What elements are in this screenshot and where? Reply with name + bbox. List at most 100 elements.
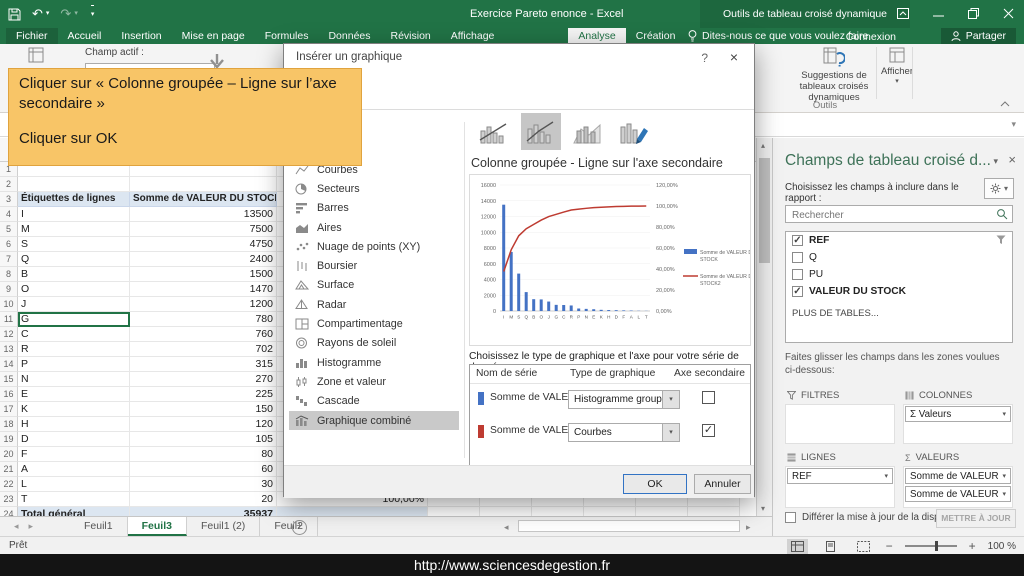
sheet-nav-arrows[interactable]: ◂▸ bbox=[14, 521, 43, 532]
cell-A15[interactable]: N bbox=[18, 372, 130, 387]
cell-B10[interactable]: 1200 bbox=[130, 297, 277, 312]
ribbon-tab-insertion[interactable]: Insertion bbox=[111, 28, 171, 44]
chart-type-radar[interactable]: Radar bbox=[289, 295, 459, 314]
chart-type-boursier[interactable]: Boursier bbox=[289, 256, 459, 275]
total-value-cell[interactable]: 35937 bbox=[130, 507, 277, 516]
cell-B12[interactable]: 760 bbox=[130, 327, 277, 342]
cell-A17[interactable]: K bbox=[18, 402, 130, 417]
area-field-somme-de-valeur[interactable]: Somme de VALEUR ...▾ bbox=[905, 486, 1011, 502]
cell-B6[interactable]: 4750 bbox=[130, 237, 277, 252]
chevron-down-icon[interactable]: ▾ bbox=[1002, 490, 1006, 498]
hscroll-right-icon[interactable]: ▸ bbox=[746, 522, 751, 533]
cell-A18[interactable]: H bbox=[18, 417, 130, 432]
pane-options-icon[interactable]: ▾ bbox=[993, 156, 998, 167]
row-number[interactable]: 3 bbox=[0, 192, 18, 207]
new-sheet-button[interactable]: + bbox=[292, 520, 307, 535]
field-item-pu[interactable]: PU bbox=[786, 266, 1012, 283]
vertical-scrollbar[interactable]: ▴ ▾ bbox=[756, 138, 772, 516]
hscroll-left-icon[interactable]: ◂ bbox=[504, 522, 509, 533]
series1-secondary-checkbox[interactable] bbox=[702, 391, 715, 404]
horizontal-scrollbar[interactable] bbox=[518, 520, 740, 532]
cell-A9[interactable]: O bbox=[18, 282, 130, 297]
customize-qat-icon[interactable]: ▾ bbox=[91, 5, 95, 24]
chart-type-histogramme[interactable]: Histogramme bbox=[289, 353, 459, 372]
normal-view-icon[interactable] bbox=[787, 539, 808, 554]
zoom-out-icon[interactable]: − bbox=[886, 539, 893, 553]
ribbon-tab-donn-es[interactable]: Données bbox=[318, 28, 380, 44]
search-input[interactable] bbox=[790, 207, 989, 223]
field-checkbox-q[interactable] bbox=[792, 252, 803, 263]
cell-B23[interactable]: 20 bbox=[130, 492, 277, 507]
ribbon-tab-r-vision[interactable]: Révision bbox=[381, 28, 441, 44]
row-number[interactable]: 4 bbox=[0, 207, 18, 222]
series1-type-select[interactable]: Histogramme groupé▾ bbox=[568, 390, 680, 409]
row-number[interactable]: 11 bbox=[0, 312, 18, 327]
row-labels-header[interactable]: Étiquettes de lignes bbox=[18, 192, 130, 207]
field-search-box[interactable] bbox=[785, 205, 1013, 223]
page-break-view-icon[interactable] bbox=[853, 539, 874, 554]
columns-area[interactable]: Σ Valeurs▾ bbox=[903, 404, 1013, 444]
cell-A14[interactable]: P bbox=[18, 357, 130, 372]
pivottable-options-icon[interactable] bbox=[28, 47, 44, 63]
chart-type-compartimentage[interactable]: Compartimentage bbox=[289, 314, 459, 333]
cell-B14[interactable]: 315 bbox=[130, 357, 277, 372]
chart-type-aires[interactable]: Aires bbox=[289, 218, 459, 237]
row-number[interactable]: 17 bbox=[0, 402, 18, 417]
zoom-in-icon[interactable]: + bbox=[969, 539, 976, 553]
cell-B13[interactable]: 702 bbox=[130, 342, 277, 357]
tell-me-box[interactable]: Dites-nous ce que vous voulez faire bbox=[688, 30, 868, 42]
chevron-down-icon[interactable]: ▾ bbox=[1002, 410, 1006, 418]
grid-cell[interactable] bbox=[532, 507, 584, 516]
combo-custom-combination-button[interactable] bbox=[615, 113, 655, 150]
scroll-down-icon[interactable]: ▾ bbox=[761, 504, 765, 513]
cell-B5[interactable]: 7500 bbox=[130, 222, 277, 237]
cell-A21[interactable]: A bbox=[18, 462, 130, 477]
cell-B16[interactable]: 225 bbox=[130, 387, 277, 402]
cell-A11[interactable]: G bbox=[18, 312, 130, 327]
ribbon-tab-accueil[interactable]: Accueil bbox=[58, 28, 112, 44]
pane-close-icon[interactable]: × bbox=[1008, 152, 1016, 167]
row-number[interactable]: 7 bbox=[0, 252, 18, 267]
row-number[interactable]: 13 bbox=[0, 342, 18, 357]
row-number[interactable]: 6 bbox=[0, 237, 18, 252]
chart-type-graphique-combin[interactable]: Graphique combiné bbox=[289, 411, 459, 430]
redo-dropdown-icon[interactable]: ▾ bbox=[74, 5, 78, 23]
restore-icon[interactable] bbox=[968, 8, 979, 19]
chart-type-cascade[interactable]: Cascade bbox=[289, 392, 459, 411]
cell-B19[interactable]: 105 bbox=[130, 432, 277, 447]
cell-A7[interactable]: Q bbox=[18, 252, 130, 267]
cell-B15[interactable]: 270 bbox=[130, 372, 277, 387]
tools-dropdown-button[interactable]: ▾ bbox=[984, 178, 1014, 199]
row-number[interactable]: 23 bbox=[0, 492, 18, 507]
field-checkbox-valeur-du-stock[interactable]: ✓ bbox=[792, 286, 803, 297]
cell-A6[interactable]: S bbox=[18, 237, 130, 252]
row-number[interactable]: 24 bbox=[0, 507, 18, 516]
chart-type-surface[interactable]: Surface bbox=[289, 276, 459, 295]
cell-A20[interactable]: F bbox=[18, 447, 130, 462]
combo-clustered-column-line-secondary-axis-button[interactable] bbox=[521, 113, 561, 150]
close-icon[interactable] bbox=[1003, 8, 1014, 19]
row-number[interactable]: 16 bbox=[0, 387, 18, 402]
sheet-tab-feuil1[interactable]: Feuil1 bbox=[70, 517, 128, 536]
grid-cell[interactable] bbox=[428, 507, 480, 516]
share-button[interactable]: Partager bbox=[941, 28, 1016, 44]
chart-type-barres[interactable]: Barres bbox=[289, 199, 459, 218]
series2-type-select[interactable]: Courbes▾ bbox=[568, 423, 680, 442]
grid-cell[interactable] bbox=[480, 507, 532, 516]
area-field-somme-de-valeur[interactable]: Somme de VALEUR ...▾ bbox=[905, 468, 1011, 484]
cell-A4[interactable]: I bbox=[18, 207, 130, 222]
zoom-slider-thumb[interactable] bbox=[935, 541, 938, 551]
cell-B22[interactable]: 30 bbox=[130, 477, 277, 492]
filters-area[interactable] bbox=[785, 404, 895, 444]
connexion-link[interactable]: Connexion bbox=[846, 31, 896, 43]
help-icon[interactable]: ? bbox=[701, 51, 708, 65]
grid-cell[interactable] bbox=[18, 177, 130, 192]
ribbon-tab-cr-ation[interactable]: Création bbox=[626, 28, 686, 44]
cell-A8[interactable]: B bbox=[18, 267, 130, 282]
cell-B9[interactable]: 1470 bbox=[130, 282, 277, 297]
total-label-cell[interactable]: Total général bbox=[18, 507, 130, 516]
ok-button[interactable]: OK bbox=[623, 474, 687, 494]
cell-A16[interactable]: E bbox=[18, 387, 130, 402]
field-item-valeur-du-stock[interactable]: ✓VALEUR DU STOCK bbox=[786, 283, 1012, 300]
sheet-tab-feuil1-2[interactable]: Feuil1 (2) bbox=[187, 517, 260, 536]
